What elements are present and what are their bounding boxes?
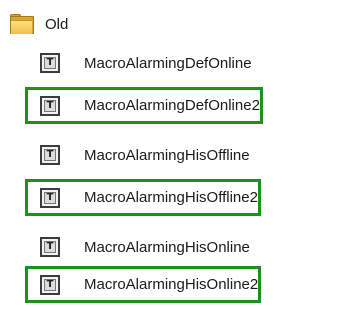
- text-template-icon: T: [40, 53, 60, 73]
- tree-item-highlighted[interactable]: T MacroAlarmingHisOnline2: [25, 266, 262, 303]
- tree-item-highlighted[interactable]: T MacroAlarmingHisOffline2: [25, 179, 261, 216]
- tree-item-label: MacroAlarmingHisOffline2: [84, 189, 258, 206]
- file-tree: Old T MacroAlarmingDefOnline T MacroAlar…: [0, 0, 360, 311]
- text-template-icon: T: [40, 237, 60, 257]
- tree-item[interactable]: T MacroAlarmingHisOffline: [30, 138, 250, 172]
- folder-icon: [10, 14, 34, 34]
- tree-item[interactable]: T MacroAlarmingDefOnline: [30, 46, 252, 80]
- text-template-icon: T: [40, 145, 60, 165]
- tree-item-label: MacroAlarmingHisOffline: [84, 146, 250, 164]
- tree-item-label: MacroAlarmingHisOnline: [84, 238, 250, 256]
- tree-item[interactable]: T MacroAlarmingHisOnline: [30, 230, 250, 264]
- folder-label: Old: [45, 15, 69, 33]
- tree-item-label: MacroAlarmingDefOnline: [84, 54, 252, 72]
- tree-folder-old[interactable]: Old: [10, 8, 68, 40]
- text-template-icon: T: [40, 95, 60, 116]
- tree-item-highlighted[interactable]: T MacroAlarmingDefOnline2: [25, 87, 263, 124]
- tree-item-label: MacroAlarmingHisOnline2: [84, 276, 259, 293]
- text-template-icon: T: [40, 187, 60, 208]
- tree-item-label: MacroAlarmingDefOnline2: [84, 97, 260, 114]
- text-template-icon: T: [40, 274, 60, 295]
